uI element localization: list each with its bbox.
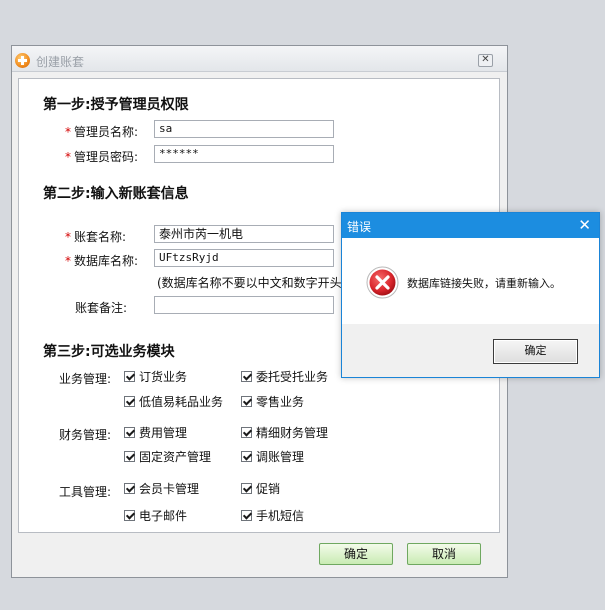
checkbox-sms[interactable]: 手机短信	[241, 507, 304, 523]
step3-heading: 第三步:可选业务模块	[43, 344, 175, 360]
required-mark: *	[65, 230, 71, 244]
error-ok-button[interactable]: 确定	[493, 339, 578, 364]
error-icon	[366, 266, 399, 299]
step1-heading: 第一步:授予管理员权限	[43, 97, 189, 113]
checkbox-adjustment-management[interactable]: 调账管理	[241, 448, 304, 464]
app-logo-icon	[15, 53, 30, 68]
required-mark: *	[65, 125, 71, 139]
admin-password-label: * 管理员密码:	[65, 150, 139, 164]
admin-name-input[interactable]: sa	[154, 120, 334, 138]
error-dialog-title: 错误	[347, 220, 372, 234]
error-dialog: 错误 ✕ 数据库链接失败，请重新输入。 确定	[341, 212, 600, 378]
checkbox-retail-business[interactable]: 零售业务	[241, 393, 304, 409]
close-icon[interactable]: ✕	[578, 216, 591, 234]
error-message: 数据库链接失败，请重新输入。	[407, 277, 561, 290]
step2-heading: 第二步:输入新账套信息	[43, 186, 189, 202]
checkbox-low-value-consumables[interactable]: 低值易耗品业务	[124, 393, 223, 409]
account-name-input[interactable]: 泰州市芮一机电	[154, 225, 334, 243]
admin-password-input[interactable]: ******	[154, 145, 334, 163]
error-dialog-footer: 确定	[342, 324, 599, 377]
finance-group-label: 财务管理:	[59, 428, 112, 442]
checkbox-checked-icon[interactable]	[241, 482, 252, 494]
checkbox-checked-icon[interactable]	[241, 426, 252, 438]
account-name-label: * 账套名称:	[65, 230, 127, 244]
checkbox-order-business[interactable]: 订货业务	[124, 368, 187, 384]
checkbox-checked-icon[interactable]	[241, 509, 252, 521]
remark-input[interactable]	[154, 296, 334, 314]
db-name-hint: (数据库名称不要以中文和数字开头	[157, 276, 342, 290]
business-group-label: 业务管理:	[59, 372, 112, 386]
checkbox-fixed-assets[interactable]: 固定资产管理	[124, 448, 211, 464]
checkbox-promotion[interactable]: 促销	[241, 480, 280, 496]
checkbox-expense-management[interactable]: 费用管理	[124, 424, 187, 440]
error-dialog-titlebar: 错误 ✕	[342, 213, 599, 238]
required-mark: *	[65, 254, 71, 268]
ok-button[interactable]: 确定	[319, 543, 393, 565]
remark-label: 账套备注:	[75, 301, 128, 315]
window-title: 创建账套	[36, 55, 85, 69]
checkbox-checked-icon[interactable]	[124, 426, 135, 438]
checkbox-member-card[interactable]: 会员卡管理	[124, 480, 199, 496]
checkbox-checked-icon[interactable]	[124, 509, 135, 521]
close-icon[interactable]: ✕	[478, 54, 493, 67]
tools-group-label: 工具管理:	[59, 485, 112, 499]
db-name-input[interactable]: UFtzsRyjd	[154, 249, 334, 267]
checkbox-checked-icon[interactable]	[241, 450, 252, 462]
checkbox-email[interactable]: 电子邮件	[124, 507, 187, 523]
cancel-button[interactable]: 取消	[407, 543, 481, 565]
window-titlebar: 创建账套 ✕	[12, 46, 507, 72]
checkbox-checked-icon[interactable]	[241, 395, 252, 407]
checkbox-checked-icon[interactable]	[241, 370, 252, 382]
required-mark: *	[65, 150, 71, 164]
db-name-label: * 数据库名称:	[65, 254, 139, 268]
checkbox-consignment-business[interactable]: 委托受托业务	[241, 368, 328, 384]
checkbox-fine-finance[interactable]: 精细财务管理	[241, 424, 328, 440]
checkbox-checked-icon[interactable]	[124, 370, 135, 382]
admin-name-label: * 管理员名称:	[65, 125, 139, 139]
checkbox-checked-icon[interactable]	[124, 450, 135, 462]
checkbox-checked-icon[interactable]	[124, 482, 135, 494]
checkbox-checked-icon[interactable]	[124, 395, 135, 407]
